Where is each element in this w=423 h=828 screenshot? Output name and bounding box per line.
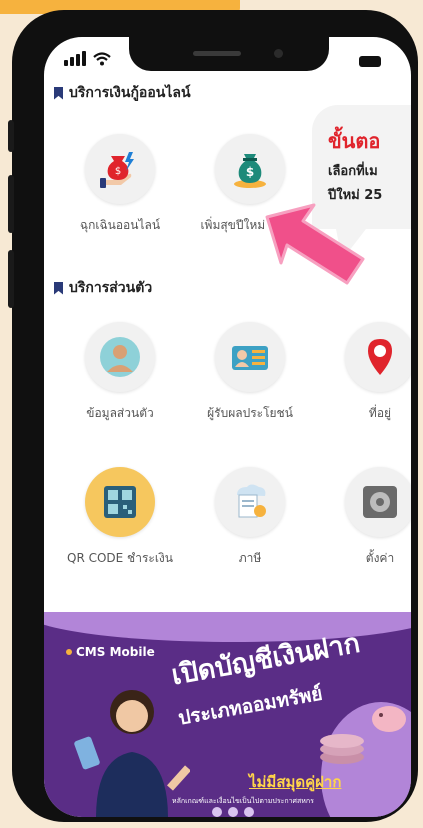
phone-frame: บริการเงินกู้ออนไลน์ $ ฉุกเฉินออนไลน์ $ …: [8, 10, 418, 822]
tax-document-icon: [215, 467, 285, 537]
service-emergency-loan-label: ฉุกเฉินออนไลน์: [79, 218, 161, 232]
wifi-icon: [93, 52, 111, 66]
app-screen: บริการเงินกู้ออนไลน์ $ ฉุกเฉินออนไลน์ $ …: [44, 37, 411, 817]
front-camera: [274, 49, 283, 58]
money-bag-icon: $: [215, 134, 285, 204]
phone-volume-down-button: [8, 250, 14, 308]
bookmark-icon: [54, 86, 63, 100]
service-beneficiary-label: ผู้รับผลประโยชน์: [207, 406, 293, 420]
section-personal-title: บริการส่วนตัว: [54, 277, 152, 299]
beneficiary-icon: [215, 322, 285, 392]
battery-icon: [359, 56, 381, 67]
banner-brand: CMS Mobile: [66, 645, 155, 659]
banner-brand-text: CMS Mobile: [76, 645, 155, 659]
section-loan-title-text: บริการเงินกู้ออนไลน์: [69, 85, 191, 101]
pagination-dot[interactable]: [212, 807, 222, 817]
pagination-dot[interactable]: [244, 807, 254, 817]
callout-line2: เลือกที่เม: [328, 164, 378, 179]
phone-mute-button: [8, 120, 14, 152]
phone-notch: [129, 37, 329, 71]
location-pin-icon: [345, 322, 411, 392]
pagination-dot[interactable]: [228, 807, 238, 817]
status-bar-left: [64, 51, 111, 66]
banner-pagination: [212, 807, 254, 817]
banner-fine-print: หลักเกณฑ์และเงื่อนไขเป็นไปตามประกาศสหกร: [172, 797, 314, 805]
piggy-bank-icon: [372, 706, 406, 732]
qr-code-icon: [85, 467, 155, 537]
service-address[interactable]: ที่อยู่: [320, 322, 411, 423]
user-profile-icon: [85, 322, 155, 392]
service-beneficiary[interactable]: ผู้รับผลประโยชน์: [190, 322, 310, 423]
service-settings-label: ตั้งค่า: [365, 551, 395, 565]
service-address-label: ที่อยู่: [368, 406, 392, 420]
service-settings[interactable]: ตั้งค่า: [320, 467, 411, 568]
phone-volume-up-button: [8, 175, 14, 233]
brand-dot-icon: [66, 649, 72, 655]
pointer-arrow-icon: [265, 203, 365, 285]
coin-stack-icon: [320, 734, 364, 764]
service-tax[interactable]: ภาษี: [190, 467, 310, 568]
money-bag-hand-icon: $: [85, 134, 155, 204]
service-qr-payment-label: QR CODE ชำระเงิน: [67, 551, 173, 565]
speaker: [193, 51, 241, 56]
signal-icon: [64, 51, 86, 66]
callout-line1: ขั้นตอ: [328, 129, 381, 153]
banner-no-passbook: ไม่มีสมุดคู่ฝาก: [249, 773, 342, 791]
service-tax-label: ภาษี: [238, 551, 262, 565]
section-loan-title: บริการเงินกู้ออนไลน์: [54, 82, 191, 104]
service-profile-label: ข้อมูลส่วนตัว: [86, 406, 154, 420]
section-personal-title-text: บริการส่วนตัว: [69, 280, 153, 296]
settings-vault-icon: [345, 467, 411, 537]
svg-text:$: $: [115, 166, 121, 177]
promo-banner[interactable]: CMS Mobile เปิดบัญชีเงินฝาก ประเภทออมทรั…: [44, 612, 411, 817]
service-emergency-loan[interactable]: $ ฉุกเฉินออนไลน์: [60, 134, 180, 235]
svg-text:$: $: [246, 165, 254, 179]
service-profile[interactable]: ข้อมูลส่วนตัว: [60, 322, 180, 423]
service-qr-payment[interactable]: QR CODE ชำระเงิน: [60, 467, 180, 568]
bookmark-icon: [54, 281, 63, 295]
